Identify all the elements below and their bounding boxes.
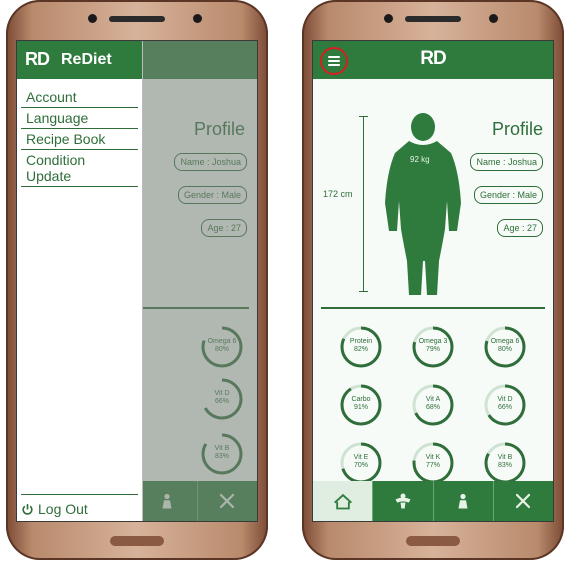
nutrient-gauge: Vit E 70% <box>338 440 384 486</box>
gauge-label: Vit D <box>497 396 513 403</box>
phone-frame-right: RD 172 cm 92 kg Profile Name : Joshua Ge… <box>302 0 564 560</box>
gauge-label: Omega 6 <box>490 338 520 345</box>
menu-item-language[interactable]: Language <box>21 108 138 129</box>
app-logo: RD <box>420 48 446 69</box>
app-name: ReDiet <box>61 51 112 68</box>
gauge-label: Protein <box>349 338 373 345</box>
navigation-drawer: RD ReDiet Account Language Recipe Book C… <box>17 41 143 521</box>
menu-item-recipe-book[interactable]: Recipe Book <box>21 129 138 150</box>
gauge-label: Omega 3 <box>418 338 448 345</box>
nav-profile[interactable] <box>432 481 493 521</box>
gauge-value: 70% <box>353 462 368 469</box>
gauge-value: 83% <box>497 462 512 469</box>
gender-badge: Gender : Male <box>473 186 543 204</box>
drawer-header: RD ReDiet <box>17 41 142 79</box>
fitness-icon <box>395 493 411 509</box>
height-indicator <box>359 116 368 292</box>
nutrient-gauge: Omega 3 79% <box>410 324 456 370</box>
power-icon <box>22 503 33 515</box>
tools-icon <box>516 493 531 509</box>
gauge-label: Vit A <box>425 396 441 403</box>
logout-label: Log Out <box>38 501 88 517</box>
camera-dot <box>88 14 97 23</box>
nutrient-gauge: Omega 680% <box>482 324 528 370</box>
nutrient-gauge: Protein 82% <box>338 324 384 370</box>
height-label: 172 cm <box>323 189 353 199</box>
home-icon <box>333 493 352 510</box>
menu-item-account[interactable]: Account <box>21 87 138 108</box>
bottom-nav <box>313 481 553 521</box>
nutrient-gauge: Vit D66% <box>482 382 528 428</box>
divider <box>321 307 545 309</box>
body-silhouette-icon <box>385 113 461 295</box>
nutrient-gauge: Vit B83% <box>482 440 528 486</box>
earpiece <box>109 16 165 22</box>
menu-item-condition-update[interactable]: Condition Update <box>21 150 138 187</box>
gauge-value: 68% <box>425 404 440 411</box>
name-badge: Name : Joshua <box>470 153 543 171</box>
screen-right: RD 172 cm 92 kg Profile Name : Joshua Ge… <box>312 40 554 522</box>
gauge-value: 66% <box>497 404 512 411</box>
gauge-label: Vit B <box>497 454 513 461</box>
age-badge: Age : 27 <box>497 219 543 237</box>
phone-bottom-bar <box>110 536 164 546</box>
nutrient-gauge: Vit A 68% <box>410 382 456 428</box>
gauge-value: 79% <box>425 346 440 353</box>
gauge-value: 77% <box>425 462 440 469</box>
page-title: Profile <box>491 119 543 139</box>
drawer-menu: Account Language Recipe Book Condition U… <box>17 87 142 187</box>
nav-fitness[interactable] <box>372 481 432 521</box>
earpiece <box>405 16 461 22</box>
app-bar: RD <box>313 41 553 79</box>
screen-left: Profile Name : Joshua Gender : Male Age … <box>16 40 258 522</box>
hamburger-icon <box>328 56 340 66</box>
weight-label: 92 kg <box>410 155 430 164</box>
camera-dot <box>384 14 393 23</box>
gauge-value: 91% <box>353 404 368 411</box>
nutrient-gauge: Vit K 77% <box>410 440 456 486</box>
nav-tools[interactable] <box>492 481 553 521</box>
nutrient-gauge: Carbo 91% <box>338 382 384 428</box>
camera-dot <box>193 14 202 23</box>
phone-frame-left: Profile Name : Joshua Gender : Male Age … <box>6 0 268 560</box>
gauge-label: Carbo <box>351 396 371 403</box>
gauge-value: 80% <box>497 346 512 353</box>
menu-button[interactable] <box>320 47 348 75</box>
gauge-label: Vit K <box>425 454 441 461</box>
phone-bottom-bar <box>406 536 460 546</box>
camera-dot <box>489 14 498 23</box>
gauge-value: 82% <box>353 346 368 353</box>
nav-home[interactable] <box>313 481 373 521</box>
profile-icon <box>458 493 468 509</box>
logout-button[interactable]: Log Out <box>21 494 138 517</box>
gauge-label: Vit E <box>353 454 369 461</box>
app-logo: RD <box>25 49 50 69</box>
